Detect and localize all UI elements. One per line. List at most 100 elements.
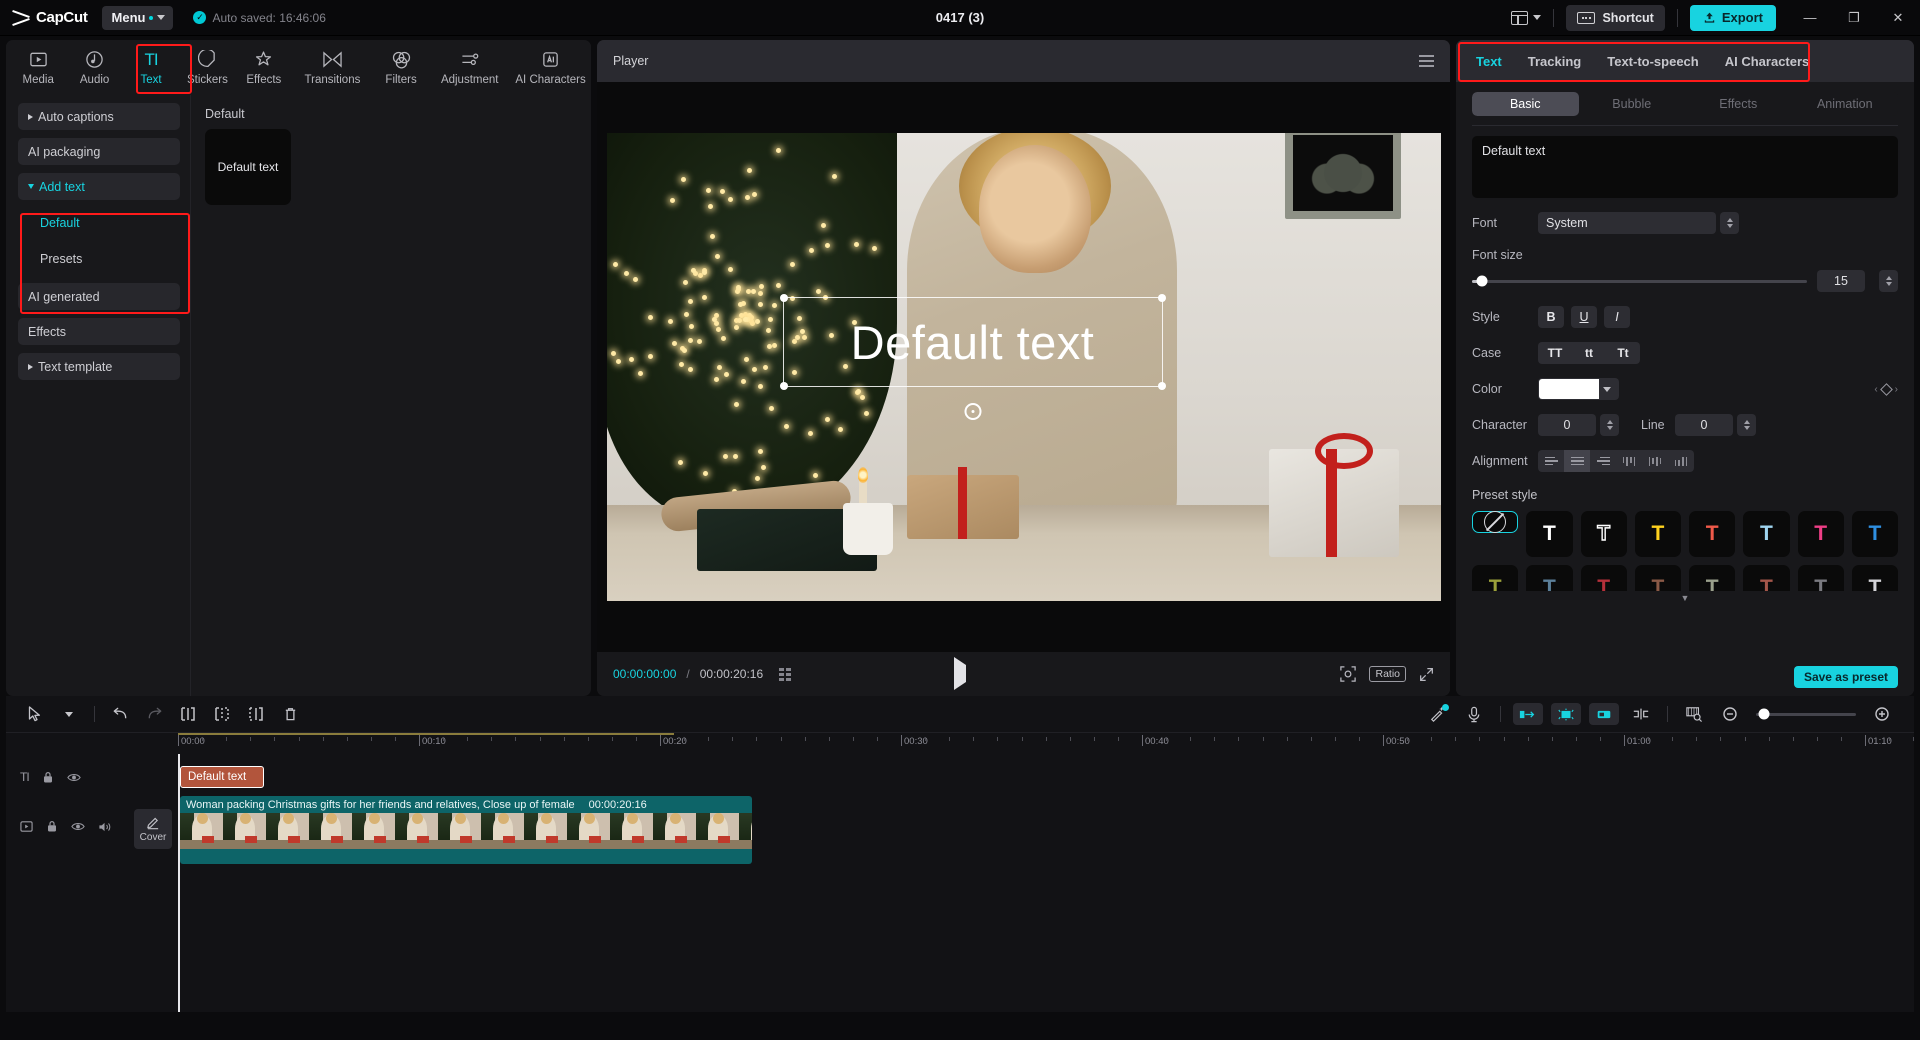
sidebar-item-auto-captions[interactable]: Auto captions bbox=[18, 103, 180, 130]
bold-button[interactable]: B bbox=[1538, 306, 1564, 328]
line-stepper[interactable] bbox=[1737, 414, 1756, 436]
resize-handle-tr[interactable] bbox=[1157, 294, 1166, 302]
inspector-segment-effects[interactable]: Effects bbox=[1685, 92, 1792, 116]
sidebar-item-text-template[interactable]: Text template bbox=[18, 353, 180, 380]
inspector-tab-text-to-speech[interactable]: Text-to-speech bbox=[1607, 54, 1699, 69]
mix-both-button[interactable] bbox=[1551, 703, 1581, 725]
preset-style-brown[interactable]: T bbox=[1634, 565, 1681, 592]
undo-button[interactable] bbox=[103, 699, 137, 729]
speaker-icon[interactable] bbox=[98, 821, 112, 833]
preset-style-yellow[interactable]: T bbox=[1634, 511, 1681, 558]
video-canvas[interactable]: Default text bbox=[606, 133, 1441, 601]
sidebar-item-add-text[interactable]: Add text bbox=[18, 173, 180, 200]
split-button[interactable] bbox=[171, 699, 205, 729]
preset-style-blue[interactable]: T bbox=[1851, 511, 1898, 558]
sidebar-item-effects[interactable]: Effects bbox=[18, 318, 180, 345]
vertical-center-icon[interactable] bbox=[1642, 450, 1668, 472]
font-select[interactable]: System bbox=[1538, 212, 1716, 234]
preset-style-white-outline[interactable]: T bbox=[1580, 511, 1627, 558]
shortcut-button[interactable]: Shortcut bbox=[1566, 4, 1665, 31]
close-button[interactable]: ✕ bbox=[1876, 0, 1920, 36]
preview-render-button[interactable] bbox=[1676, 699, 1712, 729]
font-size-value[interactable]: 15 bbox=[1817, 270, 1865, 292]
layout-button[interactable] bbox=[1499, 10, 1553, 25]
italic-button[interactable]: I bbox=[1604, 306, 1630, 328]
color-picker[interactable] bbox=[1538, 378, 1619, 400]
preset-style-red-outline[interactable]: T bbox=[1689, 511, 1736, 558]
preset-style-silver[interactable]: T bbox=[1851, 565, 1898, 592]
zoom-slider[interactable] bbox=[1756, 708, 1856, 720]
nav-tab-effects[interactable]: Effects bbox=[236, 43, 292, 93]
video-clip[interactable]: Woman packing Christmas gifts for her fr… bbox=[180, 796, 752, 864]
character-stepper[interactable] bbox=[1600, 414, 1619, 436]
sidebar-item-ai-generated[interactable]: AI generated bbox=[18, 283, 180, 310]
chevron-down-icon[interactable]: ▼ bbox=[1472, 593, 1898, 603]
text-clip[interactable]: Default text bbox=[180, 766, 264, 788]
sidebar-subitem-default[interactable]: Default bbox=[18, 211, 180, 234]
minimize-button[interactable]: ― bbox=[1788, 0, 1832, 36]
nav-tab-adjustment[interactable]: Adjustment bbox=[429, 43, 510, 93]
text-overlay-box[interactable]: Default text bbox=[779, 294, 1166, 420]
titlecase-button[interactable]: Tt bbox=[1606, 342, 1640, 364]
preset-style-olive[interactable]: T bbox=[1472, 565, 1519, 592]
preset-style-none[interactable] bbox=[1472, 511, 1519, 533]
nav-tab-transitions[interactable]: Transitions bbox=[292, 43, 373, 93]
line-spacing-value[interactable]: 0 bbox=[1675, 414, 1733, 436]
resize-handle-br[interactable] bbox=[1157, 382, 1166, 390]
current-time[interactable]: 00:00:00:00 bbox=[613, 667, 676, 681]
nav-tab-audio[interactable]: Audio bbox=[66, 43, 122, 93]
nav-tab-text[interactable]: TI Text bbox=[123, 43, 179, 93]
preset-style-crimson[interactable]: T bbox=[1580, 565, 1627, 592]
sidebar-item-ai-packaging[interactable]: AI packaging bbox=[18, 138, 180, 165]
align-center-icon[interactable] bbox=[1564, 450, 1590, 472]
eye-icon[interactable] bbox=[66, 772, 81, 783]
ratio-button[interactable]: Ratio bbox=[1369, 666, 1406, 682]
save-as-preset-button[interactable]: Save as preset bbox=[1793, 666, 1898, 688]
align-right-icon[interactable] bbox=[1590, 450, 1616, 472]
inspector-segment-bubble[interactable]: Bubble bbox=[1579, 92, 1686, 116]
lock-icon[interactable] bbox=[42, 771, 54, 784]
select-tool-button[interactable] bbox=[18, 699, 52, 729]
export-button[interactable]: Export bbox=[1689, 4, 1776, 31]
cover-button[interactable]: Cover bbox=[134, 809, 172, 849]
preset-style-pink[interactable]: T bbox=[1797, 511, 1844, 558]
align-left-icon[interactable] bbox=[1538, 450, 1564, 472]
sidebar-subitem-presets[interactable]: Presets bbox=[18, 247, 180, 270]
uppercase-button[interactable]: TT bbox=[1538, 342, 1572, 364]
inspector-tab-ai-characters[interactable]: AI Characters bbox=[1725, 54, 1810, 69]
zoom-in-button[interactable] bbox=[1864, 699, 1900, 729]
rotate-handle[interactable] bbox=[964, 403, 981, 420]
inspector-segment-animation[interactable]: Animation bbox=[1792, 92, 1899, 116]
zoom-fit-icon[interactable] bbox=[1340, 666, 1357, 682]
eye-icon[interactable] bbox=[71, 821, 85, 832]
font-size-stepper[interactable] bbox=[1879, 270, 1898, 292]
trim-left-button[interactable] bbox=[205, 699, 239, 729]
tool-dropdown-button[interactable] bbox=[52, 699, 86, 729]
lock-icon[interactable] bbox=[46, 820, 58, 833]
default-text-card[interactable]: Default text bbox=[205, 129, 291, 205]
preset-style-white-solid[interactable]: T bbox=[1526, 511, 1573, 558]
preset-style-rust[interactable]: T bbox=[1743, 565, 1790, 592]
font-size-slider[interactable] bbox=[1472, 275, 1807, 287]
timeline-ruler[interactable]: 00:00 00:10 00:20 00:30 00:40 00:50 01:00 01:10 bbox=[6, 732, 1915, 754]
playhead[interactable] bbox=[178, 754, 180, 1012]
menu-button[interactable]: Menu bbox=[101, 5, 174, 30]
vertical-left-icon[interactable] bbox=[1616, 450, 1642, 472]
preset-style-grey[interactable]: T bbox=[1797, 565, 1844, 592]
preset-style-steel-blue[interactable]: T bbox=[1526, 565, 1573, 592]
microphone-button[interactable] bbox=[1456, 699, 1492, 729]
keyframe-button[interactable]: ‹ › bbox=[1874, 382, 1898, 396]
text-input-area[interactable]: Default text bbox=[1472, 136, 1898, 198]
redo-button[interactable] bbox=[137, 699, 171, 729]
maximize-button[interactable]: ❐ bbox=[1832, 0, 1876, 36]
preset-style-light-blue[interactable]: T bbox=[1743, 511, 1790, 558]
vertical-right-icon[interactable] bbox=[1668, 450, 1694, 472]
nav-tab-stickers[interactable]: Stickers bbox=[179, 43, 235, 93]
mix-in-button[interactable] bbox=[1513, 703, 1543, 725]
inspector-tab-tracking[interactable]: Tracking bbox=[1528, 54, 1581, 69]
inspector-segment-basic[interactable]: Basic bbox=[1472, 92, 1579, 116]
inspector-tab-text[interactable]: Text bbox=[1476, 54, 1502, 69]
magic-wand-button[interactable] bbox=[1420, 699, 1456, 729]
nav-tab-media[interactable]: Media bbox=[10, 43, 66, 93]
resize-handle-tl[interactable] bbox=[779, 294, 788, 302]
